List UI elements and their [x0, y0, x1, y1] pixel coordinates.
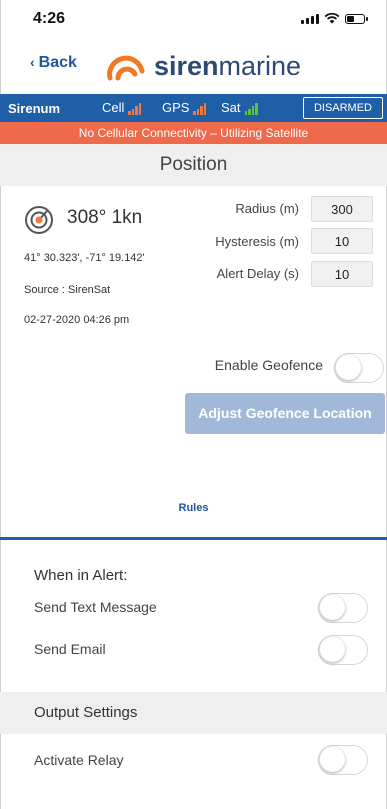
send-email-toggle[interactable] — [318, 635, 368, 665]
gps-indicator: GPS — [162, 100, 207, 115]
back-label: Back — [38, 54, 77, 71]
sirenmarine-logo: sirenmarine — [104, 50, 301, 82]
battery-icon — [345, 14, 368, 24]
cellular-signal-icon — [301, 14, 319, 24]
adjust-geofence-location-button[interactable]: Adjust Geofence Location — [185, 393, 385, 434]
output-settings-title: Output Settings — [0, 692, 387, 734]
rules-tab[interactable]: Rules — [0, 502, 387, 514]
alert-delay-input[interactable]: 10 — [311, 261, 373, 287]
sat-signal-icon — [244, 103, 258, 115]
compass-target-icon — [25, 206, 53, 234]
wifi-icon — [324, 12, 340, 24]
device-name: Sirenum — [8, 101, 61, 116]
status-icons — [301, 12, 368, 24]
status-bar: 4:26 — [0, 0, 387, 38]
position-timestamp: 02-27-2020 04:26 pm — [24, 314, 130, 326]
back-button[interactable]: ‹ Back — [30, 54, 77, 72]
position-section-title: Position — [0, 144, 387, 186]
send-text-message-label: Send Text Message — [34, 599, 157, 615]
hysteresis-input[interactable]: 10 — [311, 228, 373, 254]
activate-relay-toggle[interactable] — [318, 745, 368, 775]
send-email-label: Send Email — [34, 641, 106, 657]
when-in-alert-title: When in Alert: — [34, 567, 128, 584]
send-text-message-toggle[interactable] — [318, 593, 368, 623]
chevron-left-icon: ‹ — [30, 54, 35, 70]
app-header: ‹ Back sirenmarine — [0, 38, 387, 94]
enable-geofence-label: Enable Geofence — [214, 357, 323, 373]
device-status-bar: Sirenum Cell GPS Sat DISARMED — [0, 94, 387, 122]
cell-indicator: Cell — [102, 100, 142, 115]
coordinates: 41° 30.323', -71° 19.142' — [24, 252, 145, 264]
arm-status-button[interactable]: DISARMED — [302, 97, 383, 119]
heading-speed: 308° 1kn — [67, 207, 143, 228]
position-source: Source : SirenSat — [24, 284, 111, 296]
siren-wave-icon — [107, 55, 145, 81]
alert-delay-label: Alert Delay (s) — [216, 266, 299, 281]
hysteresis-label: Hysteresis (m) — [215, 234, 299, 249]
radius-label: Radius (m) — [235, 201, 299, 216]
clock: 4:26 — [33, 10, 66, 27]
gps-signal-icon — [193, 103, 207, 115]
activate-relay-label: Activate Relay — [34, 752, 124, 768]
connectivity-alert-banner: No Cellular Connectivity – Utilizing Sat… — [0, 122, 387, 144]
cell-signal-icon — [128, 103, 142, 115]
logo-wordmark: sirenmarine — [154, 50, 302, 81]
rules-tab-indicator — [0, 537, 387, 540]
enable-geofence-toggle[interactable] — [334, 353, 384, 383]
sat-indicator: Sat — [221, 100, 258, 115]
radius-input[interactable]: 300 — [311, 196, 373, 222]
